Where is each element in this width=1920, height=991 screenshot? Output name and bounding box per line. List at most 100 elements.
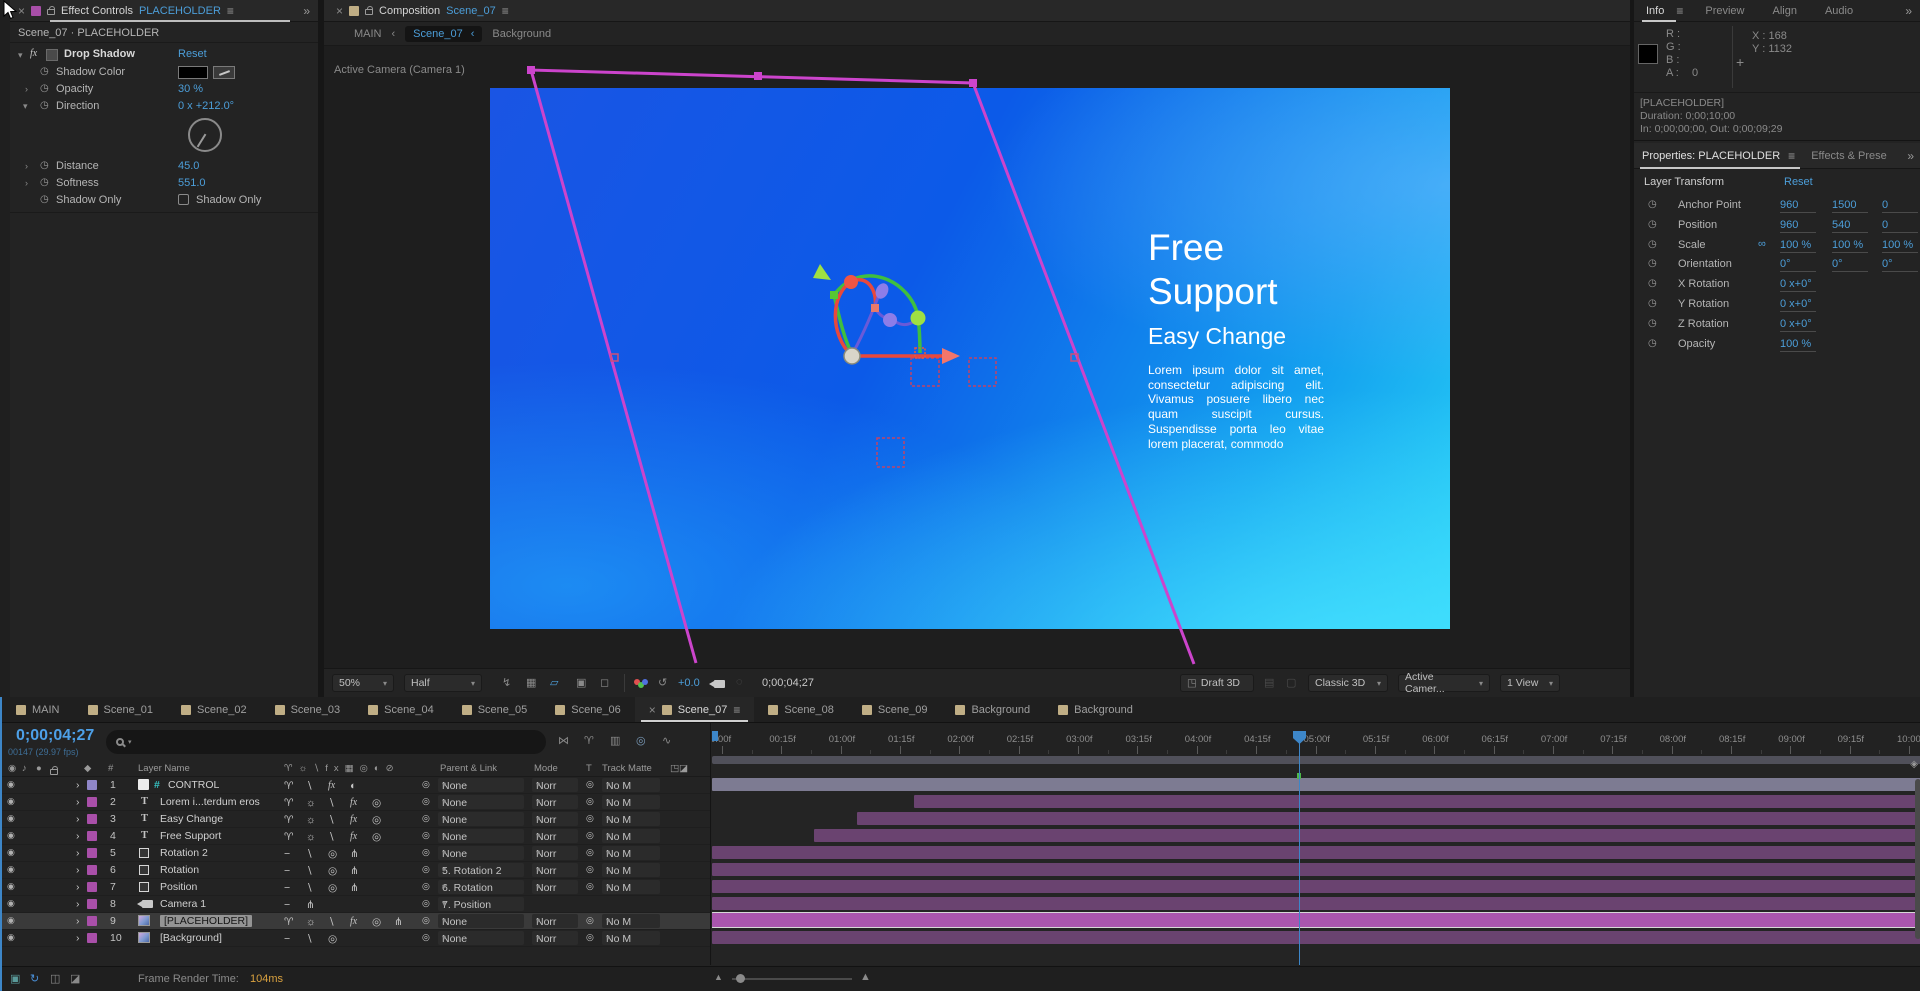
layer-row-8[interactable]: ◉›8Camera 1−⋔◎7. Position▾ <box>2 896 710 913</box>
zoom-out-icon[interactable]: ▲ <box>714 972 723 982</box>
fx-badge-icon[interactable]: fx <box>30 48 37 59</box>
layer-duration-bar-5[interactable] <box>712 846 1920 859</box>
stopwatch-icon[interactable]: ◷ <box>1648 338 1657 349</box>
matte-pick-whip-icon[interactable]: ◎ <box>586 932 594 943</box>
transform-value[interactable]: 1500 <box>1832 199 1868 213</box>
composition-tab-label[interactable]: Composition <box>379 5 440 17</box>
eye-icon[interactable]: ◉ <box>7 898 15 909</box>
stopwatch-icon[interactable]: ◷ <box>1648 318 1657 329</box>
matte-pick-whip-icon[interactable]: ◎ <box>586 881 594 892</box>
pick-whip-icon[interactable]: ◎ <box>422 779 430 790</box>
transform-value[interactable]: 0° <box>1780 258 1816 272</box>
twirl-right-icon[interactable]: › <box>76 915 80 927</box>
comp-color-swatch[interactable] <box>349 6 359 16</box>
transform-value[interactable]: 100 % <box>1832 239 1868 253</box>
distance-value[interactable]: 45.0 <box>178 160 199 172</box>
fx-switch-icon[interactable]: fx <box>350 814 357 825</box>
effect-drop-shadow-row[interactable]: ▾ fx Drop Shadow Reset <box>10 46 318 63</box>
twirl-right-icon[interactable]: › <box>76 864 80 876</box>
label-color-swatch[interactable] <box>87 899 97 909</box>
timeline-tab-scene_02[interactable]: Scene_02 <box>167 697 261 722</box>
work-area-bar[interactable] <box>712 756 1920 764</box>
twirl-right-icon[interactable]: › <box>76 847 80 859</box>
shy-layers-icon[interactable]: ♈ <box>584 734 594 747</box>
track-matte-dropdown[interactable]: No M▾ <box>602 795 660 809</box>
eye-icon[interactable]: ◉ <box>7 830 15 841</box>
label-color-swatch[interactable] <box>87 831 97 841</box>
eye-icon[interactable]: ◉ <box>7 864 15 875</box>
tab-preview[interactable]: Preview <box>1691 5 1758 17</box>
blend-mode-dropdown[interactable]: Norr▾ <box>532 880 578 894</box>
stopwatch-icon[interactable]: ◷ <box>1648 199 1657 210</box>
in-point-bracket[interactable] <box>712 731 718 741</box>
close-icon[interactable]: × <box>649 703 656 717</box>
parent-link-dropdown[interactable]: None▾ <box>438 812 524 826</box>
shadow-only-checkbox[interactable] <box>178 194 189 205</box>
parent-link-dropdown[interactable]: 7. Position▾ <box>438 897 524 911</box>
layer-duration-bar-10[interactable] <box>712 931 1920 944</box>
panel-menu-icon[interactable]: ≡ <box>1668 4 1691 18</box>
label-color-swatch[interactable] <box>87 916 97 926</box>
timeline-tab-background[interactable]: Background <box>1044 697 1147 722</box>
layer-duration-bar-7[interactable] <box>712 880 1920 893</box>
exposure-value[interactable]: +0.0 <box>678 677 700 689</box>
direction-value[interactable]: 0 x +212.0° <box>178 100 234 112</box>
layer-duration-bar-1[interactable] <box>712 778 1920 791</box>
blend-mode-dropdown[interactable]: Norr▾ <box>532 846 578 860</box>
panel-menu-icon[interactable]: ≡ <box>1788 149 1795 163</box>
transform-value[interactable]: 0° <box>1832 258 1868 272</box>
quality-switch-icon[interactable]: ∖ <box>328 797 335 809</box>
blur-switch-icon[interactable]: ◎ <box>372 831 381 843</box>
blur-switch-icon[interactable]: ◎ <box>328 865 337 877</box>
layer-row-10[interactable]: ◉›10[Background]−∖◎◎None▾Norr▾◎No M▾ <box>2 930 710 947</box>
layer-name[interactable]: Camera 1 <box>160 898 206 910</box>
panel-menu-icon[interactable]: ≡ <box>502 4 509 18</box>
quality-switch-icon[interactable]: ∖ <box>328 916 335 928</box>
twirl-right-icon[interactable]: › <box>25 161 28 171</box>
layer-name[interactable]: Free Support <box>160 830 221 842</box>
pick-whip-icon[interactable]: ◎ <box>422 830 430 841</box>
camera-view-dropdown[interactable]: Active Camer...▾ <box>1398 674 1490 692</box>
quality-switch-icon[interactable]: ∖ <box>306 865 313 877</box>
stopwatch-icon[interactable]: ◷ <box>40 83 49 94</box>
timeline-tab-main[interactable]: MAIN <box>2 697 74 722</box>
magnification-dropdown[interactable]: 50%▾ <box>332 674 394 692</box>
quality-switch-icon[interactable]: ∖ <box>306 882 313 894</box>
motion-blur-icon[interactable]: ◎ <box>636 734 646 747</box>
timeline-tab-scene_06[interactable]: Scene_06 <box>541 697 635 722</box>
layer-name[interactable]: Position <box>160 881 197 893</box>
view-layout-dropdown[interactable]: 1 View▾ <box>1500 674 1560 692</box>
sun-switch-icon[interactable]: ☼ <box>306 916 316 928</box>
tab-properties[interactable]: Properties: PLACEHOLDER <box>1634 150 1788 162</box>
layer-row-7[interactable]: ◉›7Position−∖◎⋔◎6. Rotation▾Norr▾◎No M▾ <box>2 879 710 896</box>
blur-switch-icon[interactable]: ◎ <box>372 797 381 809</box>
stopwatch-icon[interactable]: ◷ <box>1648 278 1657 289</box>
region-of-interest-icon[interactable]: ▱ <box>550 676 558 689</box>
matte-pick-whip-icon[interactable]: ◎ <box>586 864 594 875</box>
parent-link-dropdown[interactable]: 6. Rotation▾ <box>438 880 524 894</box>
stopwatch-icon[interactable]: ◷ <box>1648 258 1657 269</box>
layer-row-3[interactable]: ◉›3TEasy Change♈☼∖fx◎◎None▾Norr▾◎No M▾ <box>2 811 710 828</box>
label-color-swatch[interactable] <box>31 6 41 16</box>
softness-value[interactable]: 551.0 <box>178 177 206 189</box>
playhead-line[interactable] <box>1299 733 1300 965</box>
tab-audio[interactable]: Audio <box>1811 5 1867 17</box>
transform-reset-button[interactable]: Reset <box>1784 176 1813 188</box>
pick-whip-icon[interactable]: ◎ <box>422 847 430 858</box>
shy-switch-icon[interactable]: ♈ <box>284 797 293 809</box>
twirl-right-icon[interactable]: › <box>76 830 80 842</box>
layer-row-2[interactable]: ◉›2TLorem i...terdum eros♈☼∖fx◎◎None▾Nor… <box>2 794 710 811</box>
label-color-swatch[interactable] <box>87 865 97 875</box>
blend-mode-dropdown[interactable]: Norr▾ <box>532 812 578 826</box>
layer-duration-bar-2[interactable] <box>914 795 1920 808</box>
twirl-down-icon[interactable]: ▾ <box>23 101 28 112</box>
crop-region-icon[interactable]: ◻ <box>600 676 609 689</box>
chain-switch-icon[interactable]: ⋔ <box>350 865 359 877</box>
twirl-right-icon[interactable]: › <box>76 898 80 910</box>
blur-switch-icon[interactable]: ◎ <box>372 916 381 928</box>
chain-switch-icon[interactable]: ⋔ <box>306 899 315 911</box>
snapshot-camera-icon[interactable] <box>714 680 725 688</box>
matte-pick-whip-icon[interactable]: ◎ <box>586 830 594 841</box>
renderer-dropdown[interactable]: Classic 3D▾ <box>1308 674 1388 692</box>
parent-link-dropdown[interactable]: None▾ <box>438 914 524 928</box>
